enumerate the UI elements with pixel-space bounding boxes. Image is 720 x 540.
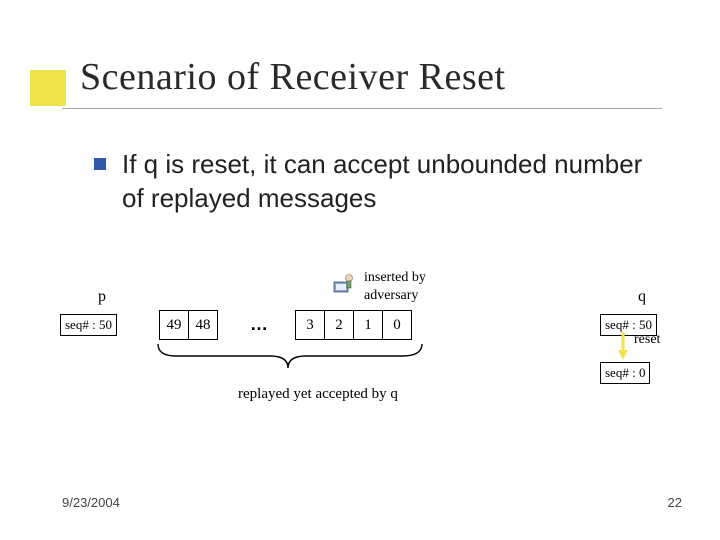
message-stream: 49 48 3 2 1 0 [160,310,412,340]
inserted-by-label: inserted by [364,270,426,286]
footer-page-number: 22 [668,495,682,510]
msg-cell: 48 [188,310,218,340]
replayed-label: replayed yet accepted by q [238,386,398,403]
footer-date: 9/23/2004 [62,495,120,510]
reset-arrow-icon [616,332,630,360]
msg-cell: 49 [159,310,189,340]
slide-title: Scenario of Receiver Reset [80,55,506,99]
ellipsis: … [250,314,270,335]
slide: Scenario of Receiver Reset If q is reset… [0,0,720,540]
q-label: q [638,288,646,306]
p-label: p [98,288,106,306]
title-divider [62,108,662,109]
brace-icon [156,342,424,370]
bullet-item: If q is reset, it can accept unbounded n… [94,148,654,216]
bullet-text: If q is reset, it can accept unbounded n… [122,148,654,216]
title-accent [30,70,66,106]
msg-cell: 0 [382,310,412,340]
msg-cell: 3 [295,310,325,340]
msg-cell: 2 [324,310,354,340]
seq-p-box: seq# : 50 [60,314,117,336]
adversary-icon [328,268,356,296]
diagram: inserted by adversary p q seq# : 50 seq#… [60,270,660,450]
msg-cell: 1 [353,310,383,340]
seq-q-after-box: seq# : 0 [600,362,650,384]
reset-label: reset [634,332,660,348]
adversary-label: adversary [364,288,418,304]
bullet-icon [94,158,106,170]
